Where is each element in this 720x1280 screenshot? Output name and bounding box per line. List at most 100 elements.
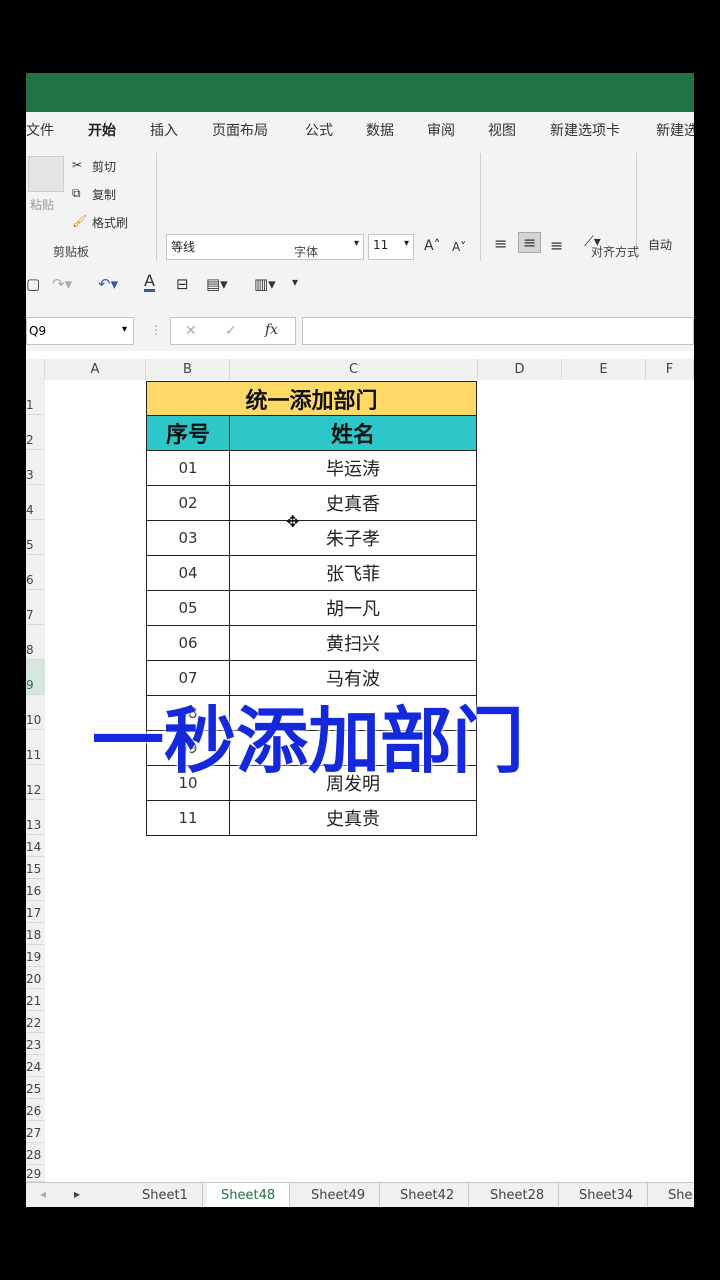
row-header[interactable]: 21 <box>26 989 45 1011</box>
column-header[interactable]: B <box>146 359 230 380</box>
column-header[interactable]: E <box>562 359 646 380</box>
cell-name[interactable]: 史真贵 <box>229 800 477 836</box>
redo-icon[interactable]: ↷▾ <box>52 275 72 293</box>
row-header[interactable]: 27 <box>26 1121 45 1143</box>
format-painter-button[interactable]: 格式刷 <box>92 214 128 231</box>
tab-data[interactable]: 数据 <box>366 120 394 140</box>
row-header[interactable]: 4 <box>26 485 45 520</box>
tab-insert[interactable]: 插入 <box>150 120 178 140</box>
row-header[interactable]: 5 <box>26 520 45 555</box>
cell-no[interactable]: 06 <box>146 625 230 661</box>
row-header[interactable]: 15 <box>26 857 45 879</box>
tab-formulas[interactable]: 公式 <box>305 120 333 140</box>
paste-icon[interactable] <box>28 156 64 192</box>
sheet-tab[interactable]: Sheet49 <box>297 1183 381 1207</box>
cell-no[interactable]: 11 <box>146 800 230 836</box>
column-header[interactable]: D <box>478 359 562 380</box>
table-icon[interactable]: ⊟ <box>176 275 189 293</box>
cell-no[interactable]: 03 <box>146 520 230 556</box>
cell-no[interactable]: 01 <box>146 450 230 486</box>
sheet-tab[interactable]: Sheet1 <box>128 1183 203 1207</box>
insert-function-icon[interactable]: fx <box>265 322 278 338</box>
sheet-tab[interactable]: Sheet42 <box>386 1183 470 1207</box>
row-header[interactable]: 16 <box>26 879 45 901</box>
header-name[interactable]: 姓名 <box>229 415 477 451</box>
tab-new-tab[interactable]: 新建选项卡 <box>550 120 620 140</box>
cell-no[interactable]: 02 <box>146 485 230 521</box>
row-header[interactable]: 26 <box>26 1099 45 1121</box>
customize-icon[interactable]: ▾ <box>292 275 298 289</box>
table-title[interactable]: 统一添加部门 <box>146 381 477 416</box>
column-header[interactable]: A <box>45 359 146 380</box>
row-header-selected[interactable]: 9 <box>26 660 45 695</box>
cancel-icon[interactable]: ✕ <box>185 323 197 339</box>
cell-name[interactable]: 史真香 <box>229 485 477 521</box>
enter-icon[interactable]: ✓ <box>225 323 237 339</box>
row-header[interactable]: 10 <box>26 695 45 730</box>
row-header[interactable]: 3 <box>26 450 45 485</box>
undo-icon[interactable]: ↶▾ <box>98 275 118 293</box>
cell-name[interactable]: 张飞菲 <box>229 555 477 591</box>
row-header[interactable]: 24 <box>26 1055 45 1077</box>
tab-view[interactable]: 视图 <box>488 120 516 140</box>
row-header[interactable]: 6 <box>26 555 45 590</box>
header-no[interactable]: 序号 <box>146 415 230 451</box>
distribute-icon[interactable]: ▥▾ <box>254 275 276 293</box>
row-header[interactable]: 23 <box>26 1033 45 1055</box>
paste-special-icon[interactable]: ▤▾ <box>206 275 228 293</box>
cut-icon[interactable]: ✂ <box>72 158 82 172</box>
tab-review[interactable]: 审阅 <box>427 120 455 140</box>
row-header[interactable]: 11 <box>26 730 45 765</box>
increase-font-icon[interactable]: A˄ <box>424 238 441 254</box>
decrease-font-icon[interactable]: A˅ <box>452 240 466 254</box>
row-header[interactable]: 13 <box>26 800 45 835</box>
tab-home[interactable]: 开始 <box>88 120 116 147</box>
copy-icon[interactable]: ⧉ <box>72 186 81 201</box>
save-icon[interactable]: ▢ <box>26 275 40 293</box>
font-name-dropdown[interactable]: 等线 ▾ <box>166 234 364 260</box>
cell-name[interactable]: 朱子孝 <box>229 520 477 556</box>
scroll-right-icon[interactable]: ▸ <box>74 1187 80 1201</box>
row-header[interactable]: 25 <box>26 1077 45 1099</box>
scroll-left-icon[interactable]: ◂ <box>40 1187 46 1201</box>
font-size-dropdown[interactable]: 11 ▾ <box>368 234 414 260</box>
row-header[interactable]: 17 <box>26 901 45 923</box>
cell-no[interactable]: 04 <box>146 555 230 591</box>
cell-no[interactable]: 05 <box>146 590 230 626</box>
cell-name[interactable]: 胡一凡 <box>229 590 477 626</box>
cut-button[interactable]: 剪切 <box>92 158 116 175</box>
sheet-tab[interactable]: She <box>654 1183 694 1207</box>
row-header[interactable]: 28 <box>26 1143 45 1165</box>
tab-new-tab-2[interactable]: 新建选 <box>656 120 694 140</box>
tab-file[interactable]: 文件 <box>26 120 54 140</box>
format-painter-icon[interactable]: 🖌 <box>72 214 87 228</box>
row-header[interactable]: 20 <box>26 967 45 989</box>
cell-name[interactable]: 毕运涛 <box>229 450 477 486</box>
align-middle-icon[interactable]: ≡ <box>518 232 542 253</box>
row-header[interactable]: 29 <box>26 1165 45 1182</box>
tab-page-layout[interactable]: 页面布局 <box>212 120 268 140</box>
name-box[interactable]: Q9 ▾ <box>26 317 134 345</box>
wrap-text-button[interactable]: 自动 <box>648 236 672 253</box>
row-header[interactable]: 2 <box>26 415 45 450</box>
column-header[interactable]: F <box>646 359 694 380</box>
row-header[interactable]: 8 <box>26 625 45 660</box>
formula-input[interactable] <box>302 317 694 345</box>
row-header[interactable]: 22 <box>26 1011 45 1033</box>
paste-label[interactable]: 粘贴 <box>30 196 54 213</box>
sheet-tab[interactable]: Sheet28 <box>476 1183 560 1207</box>
align-top-icon[interactable]: ≡ <box>494 234 507 253</box>
sheet-tab-active[interactable]: Sheet48 <box>207 1183 291 1207</box>
select-all[interactable] <box>26 359 45 380</box>
align-bottom-icon[interactable]: ≡ <box>550 236 563 255</box>
row-header[interactable]: 18 <box>26 923 45 945</box>
column-header[interactable]: C <box>230 359 478 380</box>
row-header[interactable]: 19 <box>26 945 45 967</box>
row-header[interactable]: 12 <box>26 765 45 800</box>
row-header[interactable]: 7 <box>26 590 45 625</box>
copy-button[interactable]: 复制 <box>92 186 116 203</box>
row-header[interactable]: 1 <box>26 380 45 415</box>
cell-name[interactable]: 黄扫兴 <box>229 625 477 661</box>
sheet-tab[interactable]: Sheet34 <box>565 1183 649 1207</box>
row-header[interactable]: 14 <box>26 835 45 857</box>
